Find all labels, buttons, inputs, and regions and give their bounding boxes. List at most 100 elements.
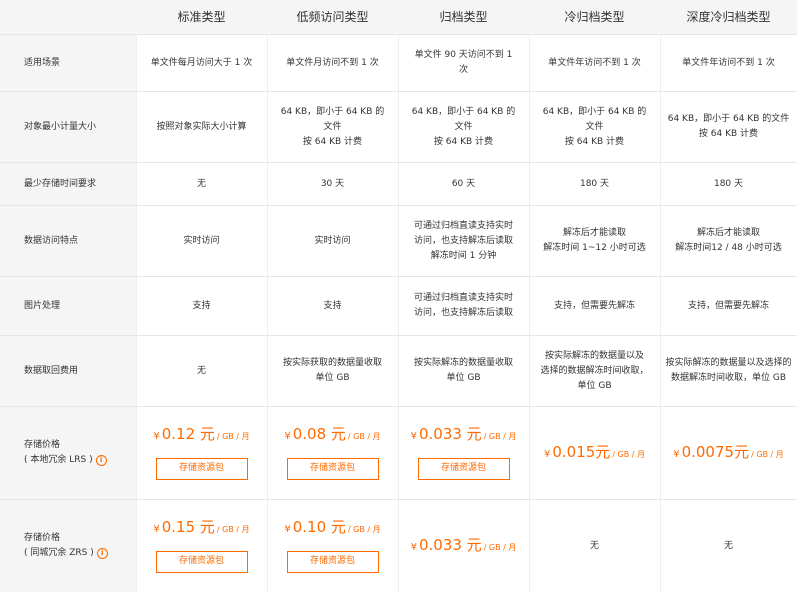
table-cell: 按实际解冻的数据量收取 单位 GB bbox=[398, 336, 529, 406]
price-amount: 0.15 元 bbox=[161, 517, 215, 536]
lrs-label-subtitle: ( 本地冗余 LRS ) bbox=[24, 455, 93, 465]
price-amount: 0.12 元 bbox=[161, 424, 215, 443]
header-cell-empty bbox=[0, 0, 136, 34]
column-divider bbox=[529, 34, 530, 592]
table-cell: 180 天 bbox=[660, 163, 797, 205]
table-cell: 180 天 bbox=[529, 163, 660, 205]
row-label: 适用场景 bbox=[0, 35, 136, 91]
lrs-label-title: 存储价格 bbox=[24, 440, 61, 450]
price-amount: 0.10 元 bbox=[292, 517, 346, 536]
storage-package-button[interactable]: 存储资源包 bbox=[155, 550, 248, 573]
storage-package-button[interactable]: 存储资源包 bbox=[155, 457, 248, 480]
lrs-price-deep-cold-archive: ¥ 0.0075元 / GB / 月 bbox=[660, 407, 797, 499]
row-label: 图片处理 bbox=[0, 277, 136, 335]
price-unit: / GB / 月 bbox=[216, 524, 250, 534]
column-divider bbox=[136, 34, 137, 592]
zrs-price-deep-cold-archive: 无 bbox=[660, 500, 797, 592]
table-cell: 64 KB，即小于 64 KB 的 文件 按 64 KB 计费 bbox=[267, 92, 398, 162]
table-cell: 单文件每月访问大于 1 次 bbox=[136, 35, 267, 91]
price-amount: 0.08 元 bbox=[292, 424, 346, 443]
lrs-price-infrequent: ¥ 0.08 元 / GB / 月 存储资源包 bbox=[267, 407, 398, 499]
table-cell: 实时访问 bbox=[267, 206, 398, 276]
price-amount: 0.0075元 bbox=[681, 442, 750, 461]
table-cell: 支持，但需要先解冻 bbox=[529, 277, 660, 335]
header-archive: 归档类型 bbox=[439, 9, 488, 24]
price: ¥ 0.033 元 / GB / 月 bbox=[410, 535, 517, 555]
price: ¥ 0.08 元 / GB / 月 bbox=[284, 424, 381, 444]
currency-symbol: ¥ bbox=[673, 448, 680, 460]
price-unit: / GB / 月 bbox=[483, 431, 517, 441]
zrs-label-subtitle: ( 同城冗余 ZRS ) bbox=[24, 548, 94, 558]
lrs-price-cold-archive: ¥ 0.015元 / GB / 月 bbox=[529, 407, 660, 499]
currency-symbol: ¥ bbox=[284, 523, 291, 535]
zrs-label-title: 存储价格 bbox=[24, 533, 61, 543]
header-deep-cold-archive: 深度冷归档类型 bbox=[686, 9, 771, 24]
column-divider bbox=[398, 34, 399, 592]
table-cell: 64 KB，即小于 64 KB 的 文件 按 64 KB 计费 bbox=[529, 92, 660, 162]
table-cell: 可通过归档直读支持实时 访问，也支持解冻后读取 解冻时间 1 分钟 bbox=[398, 206, 529, 276]
header-cold-archive: 冷归档类型 bbox=[564, 9, 625, 24]
column-divider bbox=[660, 34, 661, 592]
row-label: 数据取回费用 bbox=[0, 336, 136, 406]
table-cell: 按照对象实际大小计算 bbox=[136, 92, 267, 162]
price-amount: 0.015元 bbox=[552, 442, 611, 461]
table-cell: 无 bbox=[136, 336, 267, 406]
price-unit: / GB / 月 bbox=[216, 431, 250, 441]
row-label: 最少存储时间要求 bbox=[0, 163, 136, 205]
zrs-price-cold-archive: 无 bbox=[529, 500, 660, 592]
price-amount: 0.033 元 bbox=[418, 424, 482, 443]
table-cell: 单文件年访问不到 1 次 bbox=[660, 35, 797, 91]
price: ¥ 0.015元 / GB / 月 bbox=[543, 442, 646, 462]
currency-symbol: ¥ bbox=[284, 430, 291, 442]
storage-type-comparison-table: 标准类型 低频访问类型 归档类型 冷归档类型 深度冷归档类型 适用场景 单文件每… bbox=[0, 0, 797, 592]
storage-package-button[interactable]: 存储资源包 bbox=[286, 550, 379, 573]
lrs-price-archive: ¥ 0.033 元 / GB / 月 存储资源包 bbox=[398, 407, 529, 499]
table-header-row: 标准类型 低频访问类型 归档类型 冷归档类型 深度冷归档类型 bbox=[0, 0, 797, 34]
zrs-price-standard: ¥ 0.15 元 / GB / 月 存储资源包 bbox=[136, 500, 267, 592]
currency-symbol: ¥ bbox=[410, 541, 417, 553]
zrs-row-label: 存储价格 ( 同城冗余 ZRS ) i bbox=[0, 500, 136, 592]
table-cell: 实时访问 bbox=[136, 206, 267, 276]
table-cell: 单文件月访问不到 1 次 bbox=[267, 35, 398, 91]
table-cell: 支持 bbox=[136, 277, 267, 335]
price: ¥ 0.0075元 / GB / 月 bbox=[673, 442, 784, 462]
lrs-row-label: 存储价格 ( 本地冗余 LRS ) i bbox=[0, 407, 136, 499]
table-cell: 64 KB，即小于 64 KB 的 文件 按 64 KB 计费 bbox=[398, 92, 529, 162]
price: ¥ 0.12 元 / GB / 月 bbox=[153, 424, 250, 444]
row-label: 对象最小计量大小 bbox=[0, 92, 136, 162]
price-unit: / GB / 月 bbox=[751, 449, 784, 459]
currency-symbol: ¥ bbox=[543, 448, 551, 460]
zrs-price-infrequent: ¥ 0.10 元 / GB / 月 存储资源包 bbox=[267, 500, 398, 592]
info-circle-icon[interactable]: i bbox=[96, 548, 108, 559]
header-infrequent-access: 低频访问类型 bbox=[296, 9, 369, 24]
table-cell: 支持，但需要先解冻 bbox=[660, 277, 797, 335]
table-cell: 按实际解冻的数据量以及 选择的数据解冻时间收取， 单位 GB bbox=[529, 336, 660, 406]
table-cell: 按实际获取的数据量收取 单位 GB bbox=[267, 336, 398, 406]
storage-package-button[interactable]: 存储资源包 bbox=[417, 457, 510, 480]
currency-symbol: ¥ bbox=[153, 523, 160, 535]
zrs-price-archive: ¥ 0.033 元 / GB / 月 bbox=[398, 500, 529, 592]
price-unit: / GB / 月 bbox=[347, 524, 381, 534]
table-cell: 64 KB，即小于 64 KB 的文件 按 64 KB 计费 bbox=[660, 92, 797, 162]
table-cell: 按实际解冻的数据量以及选择的 数据解冻时间收取，单位 GB bbox=[660, 336, 797, 406]
storage-package-button[interactable]: 存储资源包 bbox=[286, 457, 379, 480]
header-standard: 标准类型 bbox=[177, 9, 226, 24]
table-cell: 解冻后才能读取 解冻时间 1~12 小时可选 bbox=[529, 206, 660, 276]
table-cell: 解冻后才能读取 解冻时间12 / 48 小时可选 bbox=[660, 206, 797, 276]
table-cell: 无 bbox=[136, 163, 267, 205]
currency-symbol: ¥ bbox=[153, 430, 160, 442]
table-cell: 单文件 90 天访问不到 1 次 bbox=[398, 35, 529, 91]
price-unit: / GB / 月 bbox=[483, 542, 517, 552]
table-cell: 可通过归档直读支持实时 访问，也支持解冻后读取 bbox=[398, 277, 529, 335]
price-unit: / GB / 月 bbox=[347, 431, 381, 441]
price: ¥ 0.10 元 / GB / 月 bbox=[284, 517, 381, 537]
price-unit: / GB / 月 bbox=[612, 449, 646, 459]
table-cell: 30 天 bbox=[267, 163, 398, 205]
row-label: 数据访问特点 bbox=[0, 206, 136, 276]
info-circle-icon[interactable]: i bbox=[95, 455, 107, 466]
price-amount: 0.033 元 bbox=[418, 535, 482, 554]
table-cell: 60 天 bbox=[398, 163, 529, 205]
table-cell: 支持 bbox=[267, 277, 398, 335]
price: ¥ 0.033 元 / GB / 月 bbox=[410, 424, 517, 444]
currency-symbol: ¥ bbox=[410, 430, 417, 442]
